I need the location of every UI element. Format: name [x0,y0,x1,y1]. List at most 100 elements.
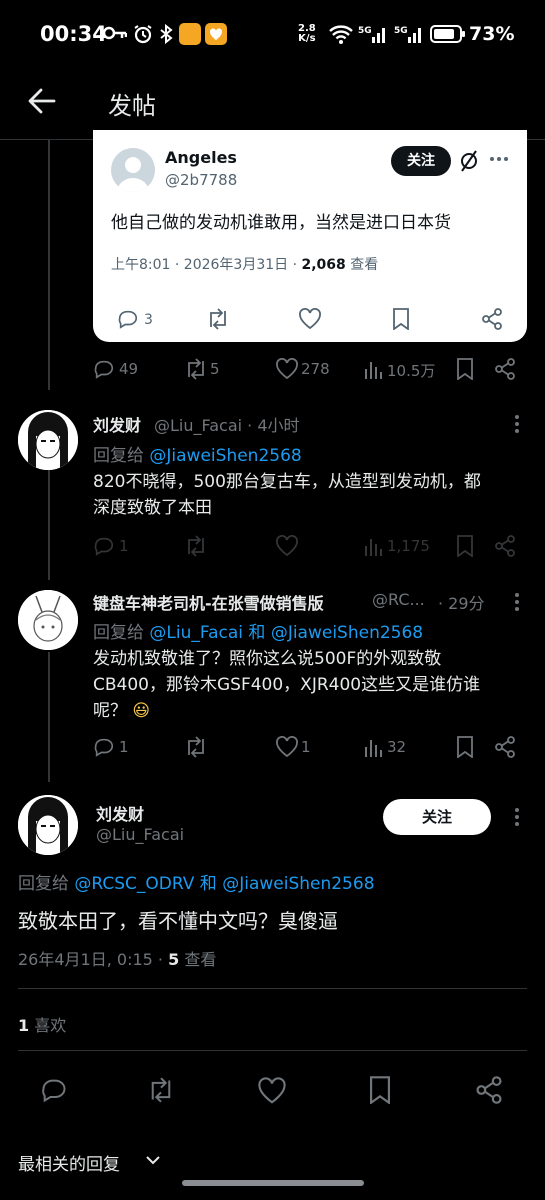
views-label: 查看 [345,257,379,273]
heart-icon[interactable] [275,358,299,380]
heart-app-icon [205,23,227,45]
grok-icon[interactable] [459,150,479,172]
post-time: 上午8:01 · 2026年3月31日 · [111,257,302,273]
author-name[interactable]: 刘发财 [93,412,141,436]
bookmark-icon[interactable] [455,535,475,557]
views-icon[interactable] [363,358,383,380]
views-icon[interactable] [363,535,383,557]
reply-icon[interactable] [93,736,115,758]
likes-count: 1 [18,1016,30,1035]
svg-text:5G: 5G [358,26,372,36]
bookmark-icon[interactable] [455,736,475,758]
text-line: 820不晓得，500那台复古车，从造型到发动机，都 [93,472,481,492]
bluetooth-icon [159,24,173,44]
mention-link[interactable]: @JiaweiShen2568 [149,446,301,466]
text-line: 呢？ [93,701,127,721]
reply-count: 1 [119,738,129,756]
bookmark-icon[interactable] [455,358,475,380]
reply-icon[interactable] [93,535,115,557]
repost-icon[interactable] [183,736,209,758]
post-time: 26年4月1日, 0:15 · [18,950,169,969]
reply-text: 820不晓得，500那台复古车，从造型到发动机，都 深度致敬了本田 [93,469,533,521]
author-handle[interactable]: @Liu_Facai [96,825,184,844]
repost-icon[interactable] [205,308,231,330]
text-line: 发动机致敬谁了？照你这么说500F的外观致敬 [93,649,442,669]
follow-button[interactable]: 关注 [391,146,451,176]
post-meta: 上午8:01 · 2026年3月31日 · 2,068 查看 [111,254,378,274]
replying-to: 回复给 @JiaweiShen2568 [93,441,302,466]
home-indicator[interactable] [182,1180,364,1186]
repost-icon[interactable] [183,358,209,380]
more-icon[interactable] [514,414,520,434]
page-title: 发帖 [108,92,156,120]
author-name[interactable]: 刘发财 [96,801,144,825]
quoted-post-card[interactable]: Angeles @2b7788 关注 他自己做的发动机谁敢用，当然是进口日本货 … [93,130,527,342]
views-count: 32 [387,738,407,756]
heart-icon[interactable] [275,736,299,758]
share-icon[interactable] [481,308,503,330]
reply-and: 和 [194,874,223,894]
follow-button[interactable]: 关注 [383,799,491,835]
reply-count: 49 [119,360,139,378]
thread-line [48,652,50,782]
post-text: 他自己做的发动机谁敢用，当然是进口日本货 [111,213,451,233]
divider [18,988,527,989]
bookmark-icon[interactable] [367,1076,393,1104]
avatar[interactable] [18,590,78,650]
thread-line [48,140,50,390]
views-label: 查看 [179,950,217,969]
mention-link[interactable]: @JiaweiShen2568 [271,623,423,643]
like-count: 1 [301,738,311,756]
repost-icon[interactable] [145,1077,177,1103]
avatar[interactable] [18,795,78,855]
reply-actions: 1 1,175 [93,535,523,561]
reply-icon[interactable] [40,1076,68,1104]
chevron-down-icon[interactable] [145,1154,161,1166]
author-name[interactable]: Angeles [165,148,237,167]
parent-post-actions: 49 5 278 10.5万 [93,358,523,384]
reply-prefix: 回复给 [18,874,75,894]
reply-text: 发动机致敬谁了？照你这么说500F的外观致敬 CB400，那铃木GSF400，X… [93,646,533,724]
replying-to: 回复给 @RCSC_ODRV 和 @JiaweiShen2568 [18,869,375,894]
heart-icon[interactable] [298,308,322,330]
author-handle[interactable]: @2b7788 [165,171,237,189]
more-icon[interactable] [514,592,520,612]
avatar[interactable] [18,410,78,470]
heart-icon[interactable] [257,1077,287,1105]
signal-5g-icon: 5G [358,24,388,44]
mention-link[interactable]: @RCSC_ODRV [74,874,194,894]
reply-icon[interactable] [93,358,115,380]
reply-actions: 1 1 32 [93,736,523,762]
post-meta: 26年4月1日, 0:15 · 5 查看 [18,946,216,970]
likes-summary[interactable]: 1 喜欢 [18,1012,66,1036]
bookmark-icon[interactable] [391,308,411,330]
arrow-left-icon[interactable] [28,88,56,114]
repost-count: 5 [210,360,220,378]
views-icon[interactable] [363,736,383,758]
reply-icon[interactable] [117,308,139,330]
replying-to: 回复给 @Liu_Facai 和 @JiaweiShen2568 [93,618,423,643]
author-handle[interactable]: @RC... [372,590,425,609]
mention-link[interactable]: @Liu_Facai [149,623,243,643]
svg-text:5G: 5G [394,26,408,36]
avatar[interactable] [111,148,155,192]
sort-replies-dropdown[interactable]: 最相关的回复 [18,1150,120,1175]
key-icon [103,26,127,40]
repost-icon[interactable] [183,535,209,557]
share-icon[interactable] [475,1076,503,1104]
heart-icon[interactable] [275,535,299,557]
share-icon[interactable] [494,535,516,557]
more-icon[interactable] [489,156,509,162]
mention-link[interactable]: @JiaweiShen2568 [222,874,374,894]
reply-and: 和 [243,623,271,643]
more-icon[interactable] [514,807,520,827]
share-icon[interactable] [494,358,516,380]
speed-unit: K/s [298,33,316,44]
sort-label: 最相关的回复 [18,1155,120,1175]
alarm-icon [133,24,153,44]
thread-line [48,470,50,580]
share-icon[interactable] [494,736,516,758]
author-handle[interactable]: @Liu_Facai · 4小时 [154,412,300,436]
clock: 00:34 [40,22,107,46]
author-name[interactable]: 键盘车神老司机-在张雪做销售版 [93,590,324,614]
